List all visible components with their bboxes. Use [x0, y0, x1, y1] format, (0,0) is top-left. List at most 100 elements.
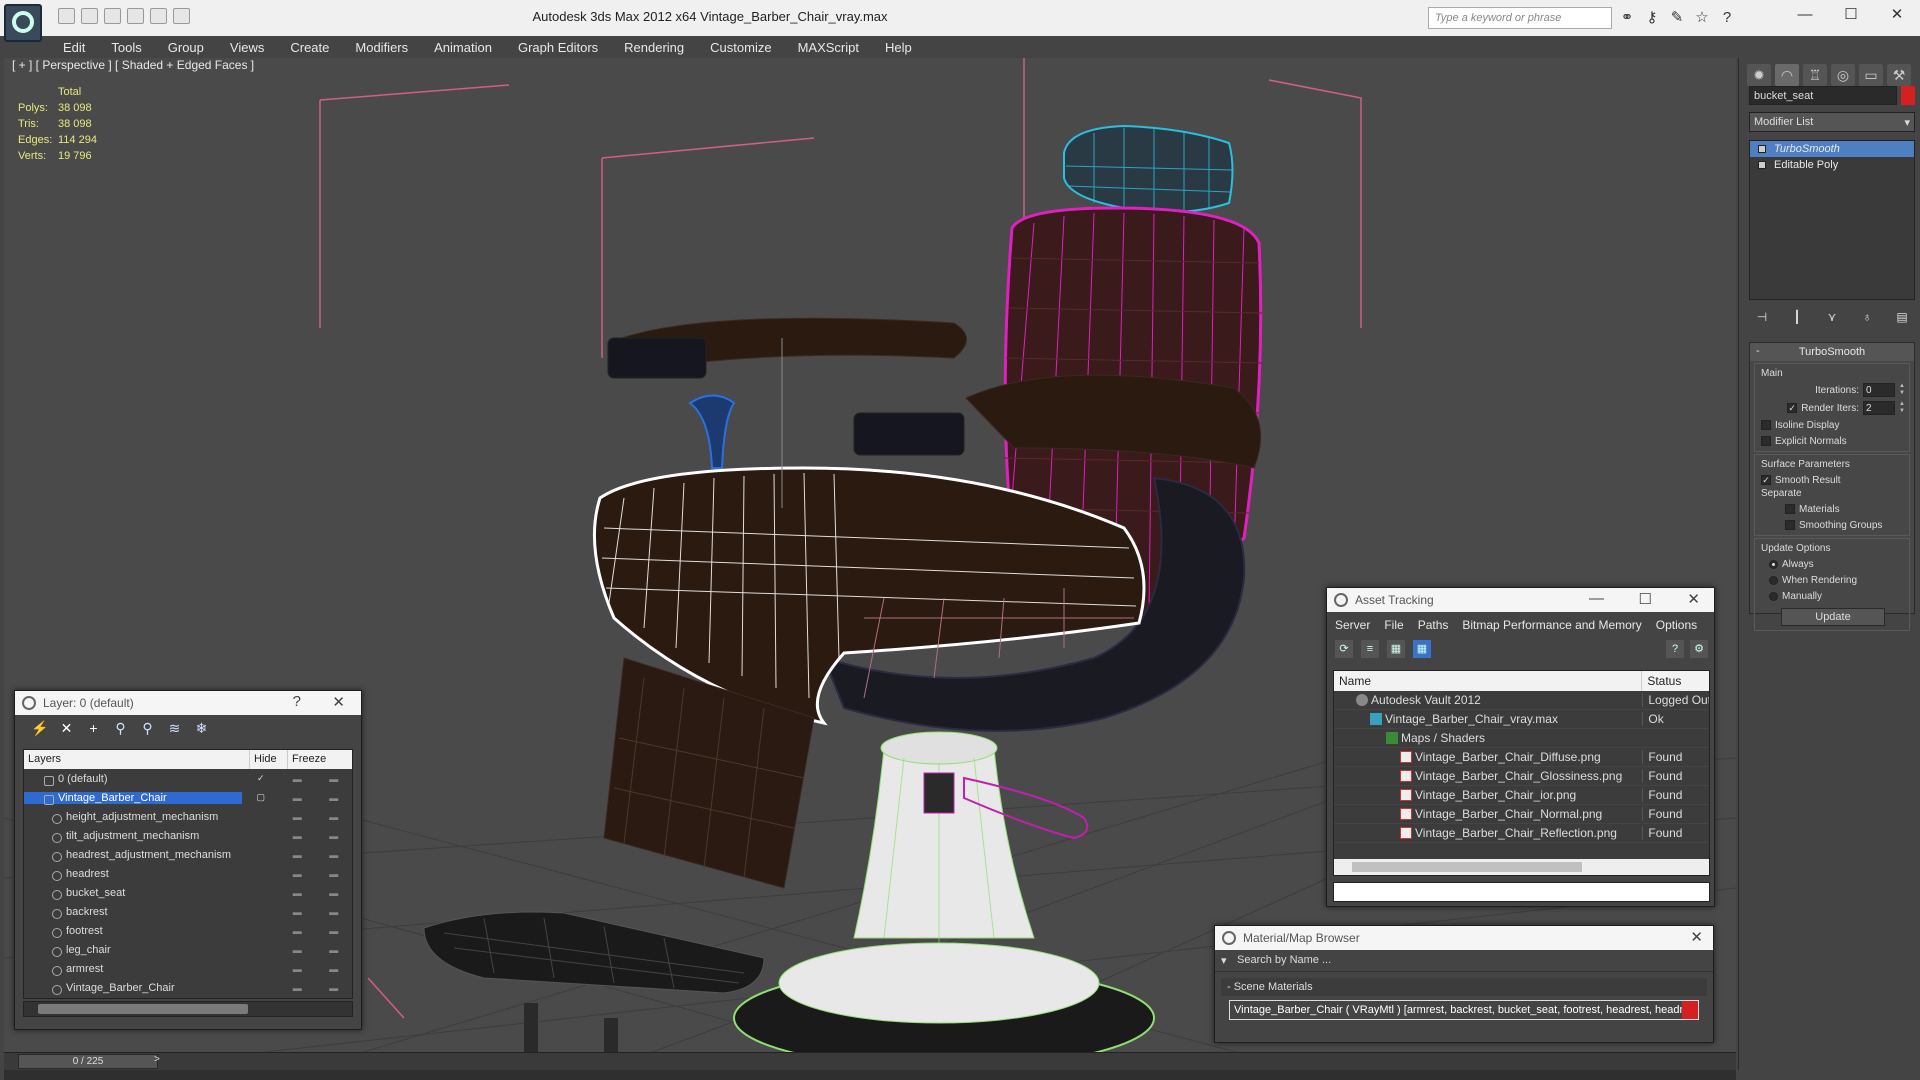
hierarchy-tab-icon[interactable]: ♖: [1803, 64, 1827, 86]
freeze-toggle[interactable]: ▬: [316, 983, 352, 993]
material-item[interactable]: Vintage_Barber_Chair ( VRayMtl ) [armres…: [1229, 1000, 1699, 1020]
layer-row[interactable]: armrest ▬ ▬: [24, 959, 352, 978]
layer-row[interactable]: Vintage_Barber_Chair ▬ ▬: [24, 978, 352, 997]
menu-animation[interactable]: Animation: [421, 36, 505, 58]
hide-toggle[interactable]: ▬: [279, 907, 315, 917]
hide-toggle[interactable]: ▬: [279, 926, 315, 936]
menu-customize[interactable]: Customize: [697, 36, 784, 58]
binoculars-icon[interactable]: ⚭: [1618, 9, 1636, 26]
hide-toggle[interactable]: ▬: [279, 831, 315, 841]
key-icon[interactable]: ⚷: [1643, 9, 1661, 26]
communication-icon[interactable]: ✎: [1668, 9, 1686, 26]
render-iters-field[interactable]: 2: [1863, 401, 1895, 415]
delete-layer-icon[interactable]: ✕: [58, 720, 75, 737]
freeze-toggle[interactable]: ▬: [316, 907, 352, 917]
menu-views[interactable]: Views: [217, 36, 277, 58]
utilities-tab-icon[interactable]: ⚒: [1887, 64, 1911, 86]
help-icon[interactable]: ?: [1666, 640, 1684, 658]
layer-row[interactable]: headrest_adjustment_mechanism ▬ ▬: [24, 845, 352, 864]
layer-row[interactable]: leg_chair ▬ ▬: [24, 940, 352, 959]
close-button[interactable]: ✕: [332, 693, 345, 711]
hide-toggle[interactable]: ▬: [279, 888, 315, 898]
add-to-layer-icon[interactable]: +: [85, 720, 102, 737]
freeze-toggle[interactable]: ▬: [316, 774, 353, 784]
object-name-cell[interactable]: headrest_adjustment_mechanism: [24, 849, 243, 862]
table-view-icon[interactable]: ▦: [1413, 640, 1431, 658]
render-iters-checkbox[interactable]: ✓: [1787, 403, 1798, 413]
material-search-field[interactable]: ▾ Search by Name ...: [1215, 950, 1713, 972]
hide-toggle[interactable]: ▬: [279, 945, 315, 955]
object-name-cell[interactable]: headrest: [24, 868, 243, 881]
scrollbar-thumb[interactable]: [38, 1004, 248, 1014]
col-name[interactable]: Name: [1334, 671, 1643, 691]
select-in-layer-icon[interactable]: ⚲: [112, 720, 129, 737]
close-button[interactable]: ✕: [1687, 590, 1700, 608]
close-button[interactable]: ✕: [1690, 928, 1703, 946]
smooth-result-checkbox[interactable]: ✓: [1761, 475, 1771, 485]
layer-name-cell[interactable]: Vintage_Barber_Chair: [24, 791, 243, 805]
star-icon[interactable]: ☆: [1693, 9, 1711, 26]
stack-item-editable-poly[interactable]: Editable Poly: [1750, 157, 1914, 173]
freeze-toggle[interactable]: ▬: [316, 926, 352, 936]
help-button[interactable]: ?: [293, 693, 301, 710]
smoothing-groups-checkbox[interactable]: [1785, 520, 1795, 530]
layer-row[interactable]: backrest ▬ ▬: [24, 902, 352, 921]
layer-name-cell[interactable]: 0 (default): [24, 773, 242, 786]
active-layer-icon[interactable]: ▢: [242, 792, 279, 803]
refresh-icon[interactable]: ⟳: [1335, 640, 1353, 658]
menu-server[interactable]: Server: [1335, 618, 1370, 632]
asset-row[interactable]: Vintage_Barber_Chair_Glossiness.png Foun…: [1334, 767, 1709, 786]
stack-item-turbosmooth[interactable]: TurboSmooth: [1750, 141, 1914, 157]
object-name-field[interactable]: bucket_seat: [1749, 86, 1897, 105]
freeze-toggle[interactable]: ▬: [316, 869, 352, 879]
layer-row[interactable]: 0 (default) ✓ ▬ ▬: [24, 769, 352, 788]
object-name-cell[interactable]: tilt_adjustment_mechanism: [24, 830, 243, 843]
object-name-cell[interactable]: backrest: [24, 906, 243, 919]
track-bar[interactable]: [4, 1070, 1736, 1080]
chevron-down-icon[interactable]: ▾: [1221, 954, 1227, 967]
motion-tab-icon[interactable]: ◎: [1831, 64, 1855, 86]
hide-toggle[interactable]: ▬: [279, 812, 315, 822]
freeze-toggle[interactable]: ▬: [316, 945, 352, 955]
hide-toggle[interactable]: ▬: [279, 793, 316, 803]
menu-tools[interactable]: Tools: [98, 36, 154, 58]
expand-icon[interactable]: [1758, 161, 1766, 169]
spinner-icon[interactable]: ▲ ▼: [1899, 401, 1905, 415]
asset-row[interactable]: Vintage_Barber_Chair_ior.png Found: [1334, 786, 1709, 805]
freeze-toggle[interactable]: ▬: [316, 793, 353, 803]
col-layers[interactable]: Layers: [24, 750, 250, 769]
layer-row[interactable]: footrest ▬ ▬: [24, 921, 352, 940]
freeze-all-icon[interactable]: ❄: [193, 720, 210, 737]
layer-row[interactable]: height_adjustment_mechanism ▬ ▬: [24, 807, 352, 826]
rollout-header[interactable]: - TurboSmooth: [1750, 343, 1914, 361]
modifier-list-dropdown[interactable]: Modifier List ▾: [1749, 112, 1915, 132]
asset-row[interactable]: Vintage_Barber_Chair_Normal.png Found: [1334, 805, 1709, 824]
menu-options[interactable]: Options: [1656, 618, 1697, 632]
display-tab-icon[interactable]: ▭: [1859, 64, 1883, 86]
hide-toggle[interactable]: ▬: [279, 774, 316, 784]
explicit-normals-checkbox[interactable]: [1761, 436, 1771, 446]
maximize-button[interactable]: ☐: [1639, 590, 1652, 608]
asset-row[interactable]: Vintage_Barber_Chair_vray.max Ok: [1334, 710, 1709, 729]
create-tab-icon[interactable]: ✹: [1747, 64, 1771, 86]
always-radio[interactable]: [1769, 559, 1778, 569]
menu-file[interactable]: File: [1384, 618, 1403, 632]
freeze-toggle[interactable]: ▬: [316, 850, 352, 860]
settings-icon[interactable]: ⚙: [1690, 640, 1708, 658]
window-titlebar[interactable]: Asset Tracking — ☐ ✕: [1327, 588, 1714, 612]
freeze-toggle[interactable]: ▬: [316, 831, 352, 841]
isoline-checkbox[interactable]: [1761, 420, 1771, 430]
menu-graph-editors[interactable]: Graph Editors: [505, 36, 611, 58]
menu-paths[interactable]: Paths: [1418, 618, 1449, 632]
freeze-toggle[interactable]: ▬: [316, 888, 352, 898]
horizontal-scrollbar[interactable]: [23, 1001, 353, 1017]
hide-all-icon[interactable]: ≋: [166, 720, 183, 737]
app-logo-icon[interactable]: [4, 4, 42, 42]
menu-help[interactable]: Help: [872, 36, 925, 58]
asset-row[interactable]: Autodesk Vault 2012 Logged Out ...: [1334, 691, 1709, 710]
keyword-search-input[interactable]: Type a keyword or phrase: [1428, 7, 1612, 29]
show-end-result-icon[interactable]: ┃: [1788, 308, 1806, 326]
window-titlebar[interactable]: Layer: 0 (default) ? ✕: [15, 691, 361, 715]
modify-tab-icon[interactable]: ◠: [1775, 64, 1799, 86]
scene-materials-section[interactable]: - Scene Materials: [1221, 978, 1707, 996]
